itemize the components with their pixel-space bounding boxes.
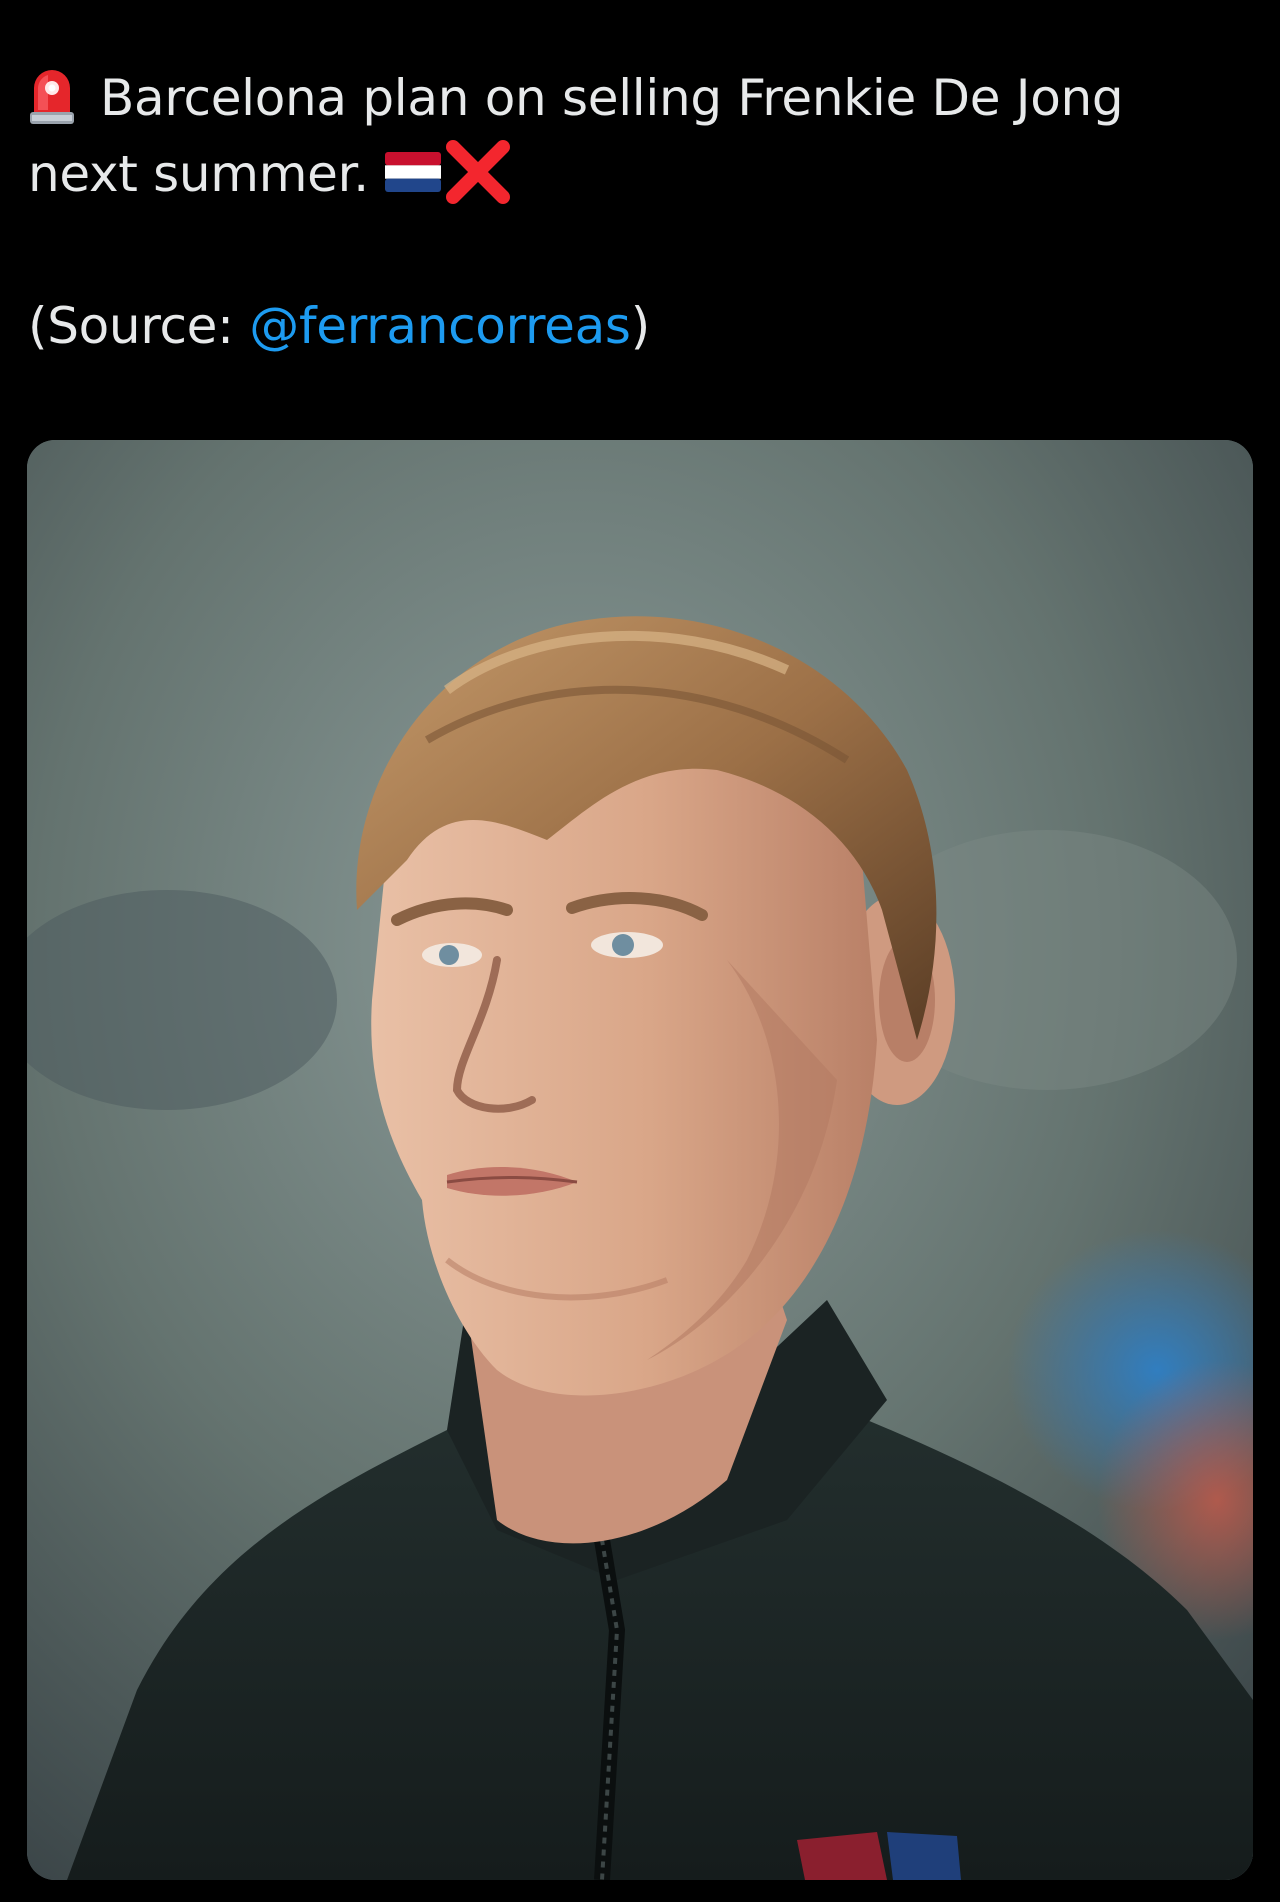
source-prefix: (Source:	[28, 297, 250, 355]
red-cross-icon	[445, 139, 510, 204]
police-siren-icon	[30, 69, 74, 124]
netherlands-flag-icon	[384, 151, 441, 192]
tweet-text: Barcelona plan on selling Frenkie De Jon…	[28, 60, 1248, 364]
tweet-media-image[interactable]	[27, 440, 1253, 1880]
tweet-line-2: next summer.	[28, 136, 1248, 212]
source-suffix: )	[630, 297, 651, 355]
tweet-line-1: Barcelona plan on selling Frenkie De Jon…	[28, 60, 1248, 136]
player-photo	[27, 440, 1253, 1880]
tweet-source-line: (Source: @ferrancorreas)	[28, 288, 1248, 364]
source-mention-link[interactable]: @ferrancorreas	[249, 297, 631, 355]
tweet-line-1-text: Barcelona plan on selling Frenkie De Jon…	[100, 69, 1124, 127]
tweet-line-2-text: next summer.	[28, 145, 369, 203]
